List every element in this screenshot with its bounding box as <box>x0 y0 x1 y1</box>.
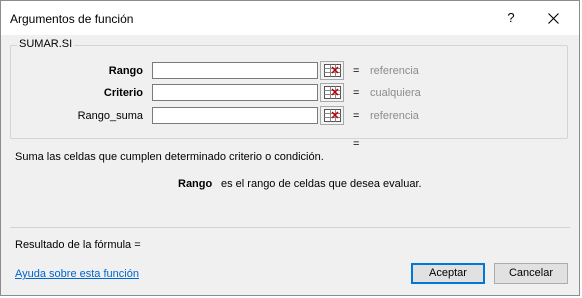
arg-description-name: Rango <box>178 178 213 190</box>
title-bar: Argumentos de función ? <box>1 1 579 35</box>
formula-result: Resultado de la fórmula = <box>15 239 141 251</box>
range-select-icon <box>324 109 341 122</box>
function-arguments-dialog: Argumentos de función ? SUMAR.SI Rango =… <box>0 0 580 296</box>
help-link[interactable]: Ayuda sobre esta función <box>15 268 139 280</box>
close-icon <box>547 12 559 24</box>
criterio-equals: = <box>353 87 360 99</box>
rango-suma-input[interactable] <box>152 107 318 124</box>
range-select-icon <box>324 64 341 77</box>
dialog-title: Argumentos de función <box>10 12 134 26</box>
criterio-hint: cualquiera <box>370 87 421 99</box>
rango-hint: referencia <box>370 65 419 77</box>
function-result-equals: = <box>353 138 360 150</box>
rango-input[interactable] <box>152 62 318 79</box>
arg-label-rango: Rango <box>108 65 143 77</box>
rango-suma-hint: referencia <box>370 110 419 122</box>
criterio-input[interactable] <box>152 84 318 101</box>
rango-suma-equals: = <box>353 110 360 122</box>
cancel-button[interactable]: Cancelar <box>494 263 568 284</box>
ok-button[interactable]: Aceptar <box>411 263 485 284</box>
arg-label-criterio: Criterio <box>103 87 143 99</box>
function-description: Suma las celdas que cumplen determinado … <box>15 151 324 163</box>
criterio-ref-button[interactable] <box>320 83 344 102</box>
arg-description-text: es el rango de celdas que desea evaluar. <box>221 178 422 190</box>
arg-label-rango-suma: Rango_suma <box>77 110 143 122</box>
function-name: SUMAR.SI <box>17 38 75 50</box>
rango-suma-ref-button[interactable] <box>320 106 344 125</box>
separator <box>10 227 570 228</box>
range-select-icon <box>324 86 341 99</box>
rango-ref-button[interactable] <box>320 61 344 80</box>
rango-equals: = <box>353 65 360 77</box>
help-button[interactable]: ? <box>498 5 524 31</box>
close-button[interactable] <box>539 5 567 31</box>
